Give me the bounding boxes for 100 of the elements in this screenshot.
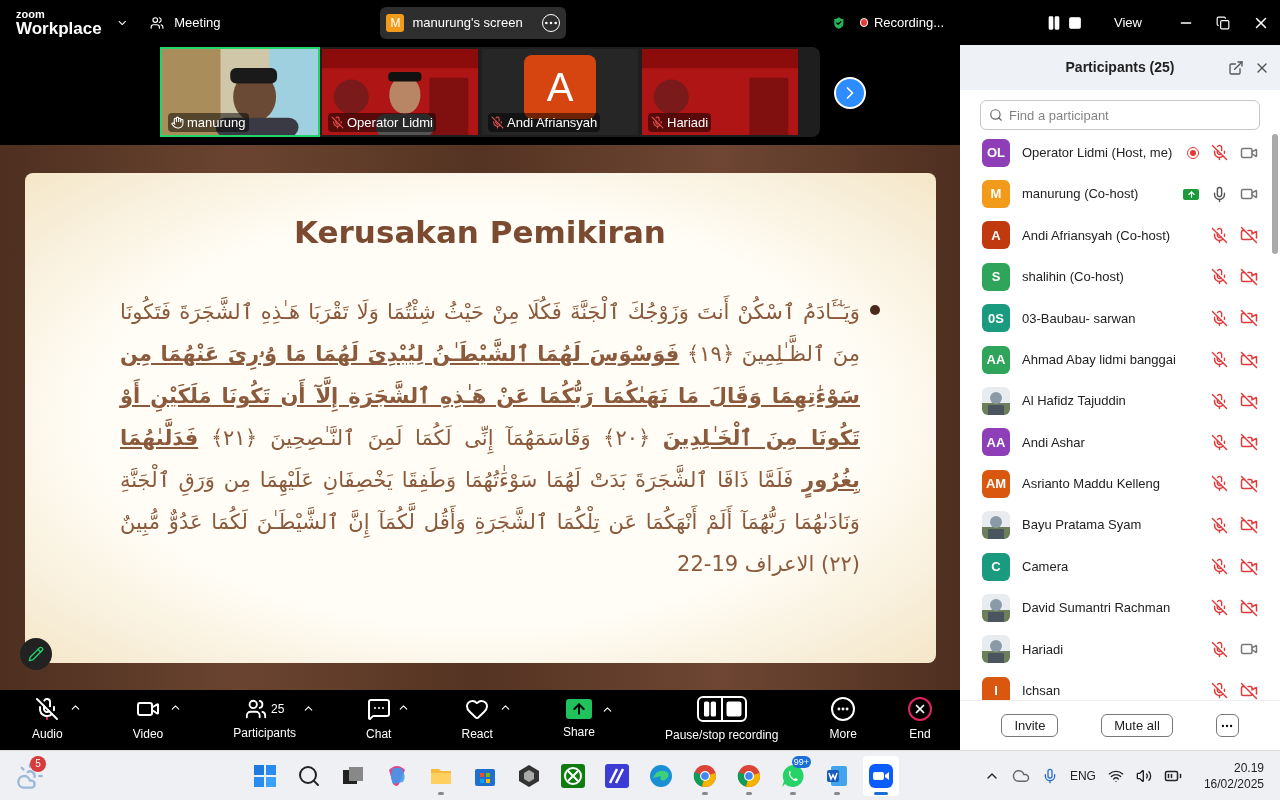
video-off-icon[interactable] (1240, 599, 1258, 617)
toolbar-button[interactable]: Video (132, 697, 164, 743)
participant-row[interactable]: S shalihin (Co-host) (960, 256, 1272, 298)
video-off-icon[interactable] (1240, 226, 1258, 245)
volume-icon[interactable] (1135, 767, 1152, 784)
video-off-icon[interactable] (1240, 350, 1258, 369)
video-off-icon[interactable] (1240, 392, 1258, 411)
participant-row[interactable]: AA Andi Ashar (960, 421, 1272, 464)
slide-title: Kerusakan Pemikiran (294, 212, 666, 252)
stop-icon[interactable] (1068, 15, 1083, 30)
avatar: AA (982, 428, 1010, 457)
participant-name: Andi Afriansyah (Co-host) (1022, 226, 1172, 245)
mic-muted-icon[interactable] (1211, 144, 1228, 162)
mic-muted-icon[interactable] (1211, 475, 1228, 493)
participant-name: Hariadi (667, 113, 709, 132)
search-icon[interactable] (296, 763, 321, 788)
share-indicator[interactable]: M manurung's screen (380, 6, 566, 39)
toolbar-button[interactable]: Pause/stop recording (665, 696, 779, 744)
video-off-icon[interactable] (1240, 433, 1258, 452)
weather-icon[interactable] (16, 761, 44, 790)
mic-icon[interactable] (1211, 185, 1228, 203)
view-button[interactable]: View (1114, 12, 1142, 33)
toolbar-button[interactable]: Audio (32, 697, 63, 743)
mic-muted-icon[interactable] (1211, 309, 1228, 327)
start-icon[interactable] (252, 763, 277, 788)
xbox-icon[interactable] (560, 763, 585, 788)
toolbar-button[interactable]: End (907, 697, 932, 743)
panel-button[interactable]: Mute all (1101, 714, 1173, 737)
mic-muted-icon[interactable] (1211, 682, 1228, 700)
mic-muted-icon (35, 697, 60, 721)
toolbar-button[interactable]: Share (562, 699, 595, 741)
end-icon (907, 697, 932, 721)
video-tile[interactable]: manurung (160, 47, 320, 137)
more-icon (831, 697, 856, 721)
search-field[interactable]: Find a participant (980, 100, 1260, 130)
video-off-icon[interactable] (1240, 267, 1258, 286)
edge-icon[interactable] (648, 763, 673, 788)
participant-row[interactable]: Al Hafidz Tajuddin (960, 380, 1272, 422)
video-off-icon[interactable] (1240, 681, 1258, 700)
video-tile[interactable]: Hariadi (640, 47, 800, 137)
toolbar-button[interactable]: More (829, 697, 857, 743)
participant-row[interactable]: C Camera (960, 545, 1272, 588)
avatar: C (982, 552, 1010, 581)
annotate-button[interactable] (20, 638, 52, 670)
participant-row[interactable]: AM Asrianto Maddu Kelleng (960, 463, 1272, 505)
mic-muted-icon[interactable] (1211, 433, 1228, 451)
mic-muted-icon[interactable] (1211, 351, 1228, 369)
video-off-icon[interactable] (1240, 474, 1258, 493)
mic-muted-icon[interactable] (1211, 226, 1228, 244)
participant-row[interactable]: OL Operator Lidmi (Host, me) (960, 132, 1272, 174)
participant-row[interactable]: Bayu Pratama Syam (960, 504, 1272, 546)
next-button[interactable] (834, 77, 866, 109)
participant-row[interactable]: 0S 03-Baubau- sarwan (960, 297, 1272, 339)
chrome-icon[interactable] (692, 763, 717, 788)
slide-text: وَيَـٰٓـَٔادَمُ ٱسْكُنْ أَنتَ وَزَوْجُكَ ٱلْجَنَّةَ فَكُلَا مِنْ حَيْثُ شِئْتُمَا وَلَا تَقْرَبَا هَـٰذِهِ ٱلشَّجَرَةَ فَتَكُونَا مِنَ ٱلظَّـٰلِمِينَ ﴿١٩﴾ فَوَسْوَسَ لَهُمَا ٱلشَّيْطَـٰنُ لِيُبْدِىَ لَهُمَا مَا وُۥرِىَ عَنْهُمَا مِن سَوْءَٰتِهِمَا وَقَالَ مَا نَهَىٰكُمَا رَبُّكُمَا عَنْ هَـٰذِهِ ٱلشَّجَرَةِ إِلَّآ أَن تَكُونَا مَلَكَيْنِ أَوْ تَكُونَا مِنَ ٱلْخَـٰلِدِينَ ﴿٢٠﴾ وَقَاسَمَهُمَآ إِنِّى لَكُمَا لَمِنَ ٱلنَّـٰصِحِينَ ﴿٢١﴾ فَدَلَّىٰهُمَا بِغُرُورٍ فَلَمَّا ذَاقَا ٱلشَّجَرَةَ بَدَتْ لَهُمَا سَوْءَٰتُهُمَا وَطَفِقَا يَخْصِفَانِ عَلَيْهِمَا مِن وَرَقِ ٱلْجَنَّةِ وَنَادَىٰهُمَا رَبُّهُمَآ أَلَمْ أَنْهَكُمَا عَن تِلْكُمَا ٱلشَّجَرَةِ وَأَقُل لَّكُمَآ إِنَّ ٱلشَّيْطَـٰنَ لَكُمَا عَدُوٌّ مُّبِينٌ (٢٢) الاعراف 19-22 (120, 291, 860, 585)
video-tile[interactable]: A Andi Afriansyah (480, 47, 640, 137)
pop-out-icon[interactable] (1228, 59, 1244, 76)
meeting-label[interactable]: Meeting (174, 12, 221, 33)
participant-row[interactable]: Hariadi (960, 628, 1272, 671)
logo-text: Workplace (16, 19, 102, 37)
mic-muted-icon[interactable] (1211, 268, 1228, 286)
slash-icon[interactable] (604, 763, 629, 788)
mic-muted-icon[interactable] (1211, 640, 1228, 658)
toolbar-button[interactable]: 25 Participants (233, 698, 296, 742)
participant-row[interactable]: AA Ahmad Abay lidmi banggai (960, 338, 1272, 381)
panel-button[interactable]: Invite (1001, 714, 1059, 737)
participant-name: Camera (1022, 557, 1070, 576)
recording-label: Recording... (873, 13, 945, 32)
notification-badge: 99+ (791, 755, 811, 768)
taskbar-app[interactable]: 99+ (774, 755, 811, 796)
clock-date[interactable]: 16/02/2025 (1203, 775, 1264, 792)
scrollbar[interactable] (1272, 134, 1278, 254)
bullet-icon (870, 305, 880, 315)
document-icon[interactable] (824, 763, 849, 788)
mic-muted-icon[interactable] (1211, 599, 1228, 617)
chat-icon (366, 697, 391, 721)
video-off-icon[interactable] (1240, 309, 1258, 328)
phone-bubble-icon[interactable] (780, 763, 805, 788)
video-off-icon[interactable] (1240, 516, 1258, 535)
mic-muted-icon[interactable] (1211, 392, 1228, 410)
participant-row[interactable]: A Andi Afriansyah (Co-host) (960, 214, 1272, 257)
participant-row[interactable]: I Ichsan (960, 670, 1272, 700)
toolbar-button[interactable]: React (461, 697, 493, 743)
restore-icon[interactable] (1216, 15, 1230, 30)
chrome-icon[interactable] (736, 763, 761, 788)
toolbar-button[interactable]: Chat (366, 697, 392, 743)
language-indicator[interactable]: ENG (1069, 766, 1096, 785)
participant-row[interactable]: David Sumantri Rachman (960, 587, 1272, 629)
participant-name: 03-Baubau- sarwan (1022, 309, 1137, 328)
notification-badge: 5 (30, 755, 46, 772)
video-tile[interactable]: Operator Lidmi (320, 47, 480, 137)
video-off-icon[interactable] (1240, 557, 1258, 576)
logo-small-text: zoom (16, 8, 46, 20)
mic-muted-icon[interactable] (1211, 516, 1228, 534)
participant-row[interactable]: M manurung (Co-host) (960, 173, 1272, 215)
clock-time[interactable]: 20.19 (1233, 759, 1264, 776)
mic-muted-icon[interactable] (1211, 558, 1228, 576)
more-button[interactable] (1215, 714, 1239, 737)
video-app-icon[interactable] (868, 763, 893, 788)
cube-icon[interactable] (516, 763, 541, 788)
